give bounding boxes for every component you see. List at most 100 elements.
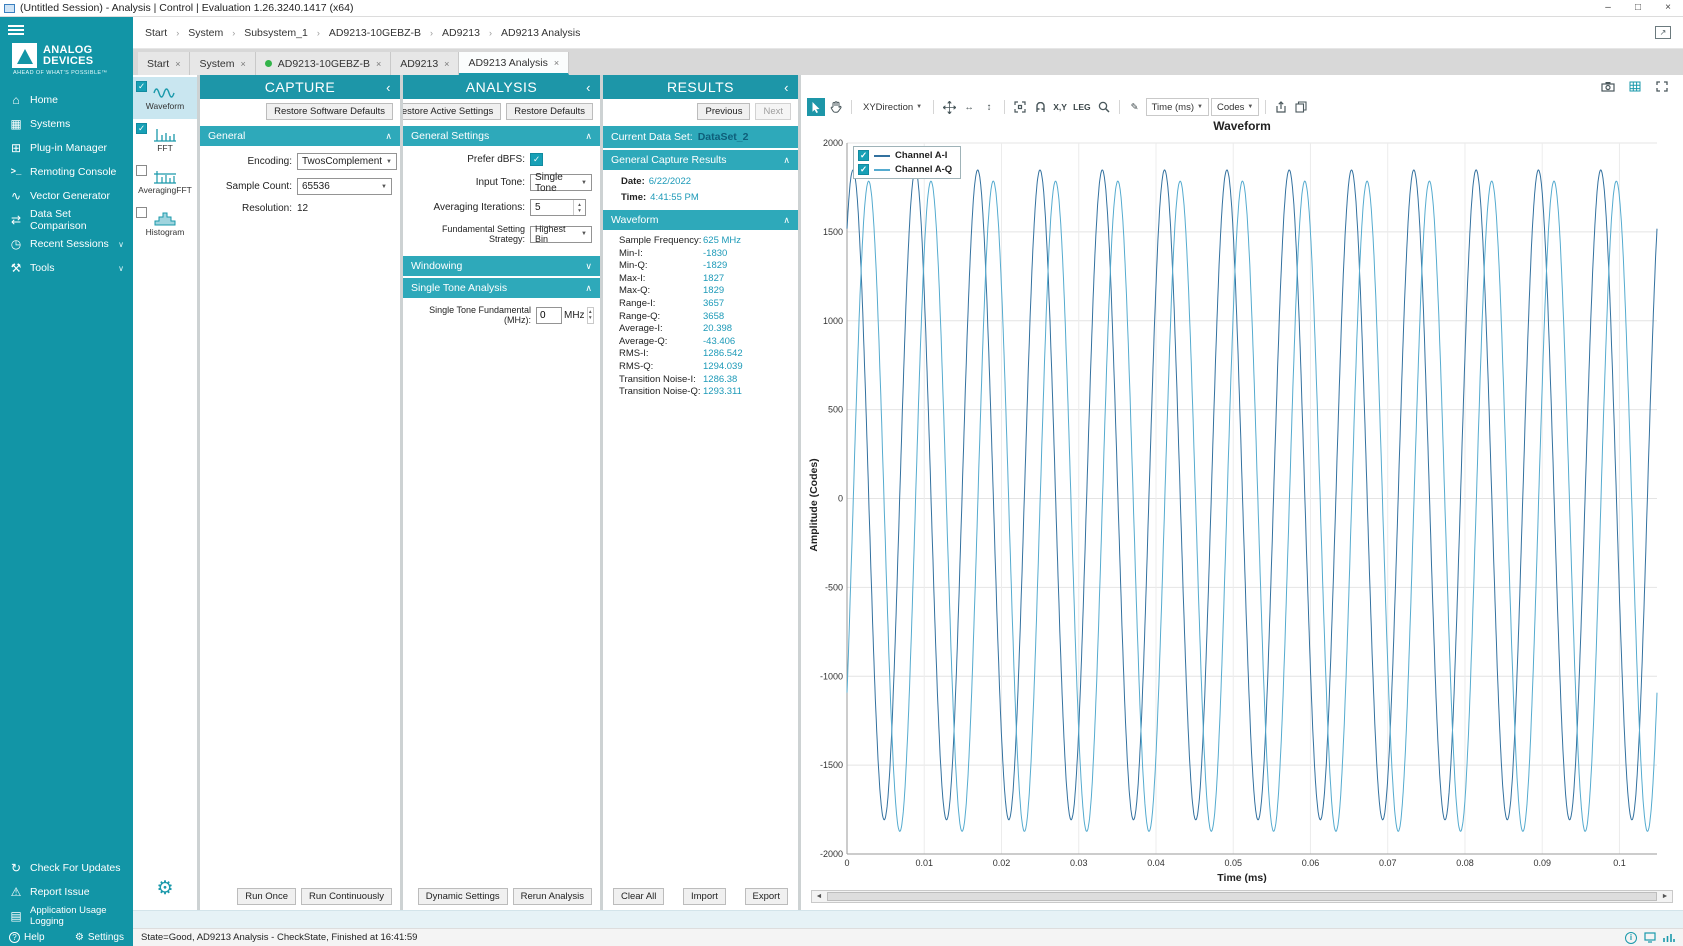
- fft-checkbox[interactable]: ✓: [136, 123, 147, 134]
- breadcrumb-start[interactable]: Start: [145, 27, 167, 39]
- import-button[interactable]: Import: [683, 888, 726, 905]
- input-tone-dropdown[interactable]: Single Tone ▼: [530, 174, 592, 191]
- magnet-snap-icon[interactable]: [1031, 98, 1049, 116]
- close-icon[interactable]: ×: [444, 59, 449, 69]
- waveform-checkbox[interactable]: ✓: [136, 81, 147, 92]
- tab-analysis[interactable]: AD9213 Analysis ×: [459, 52, 569, 75]
- pop-out-icon[interactable]: ↗: [1655, 26, 1671, 39]
- scrollbar-thumb[interactable]: [827, 892, 1657, 901]
- averaging-iterations-spinner[interactable]: 5 ▴▾: [530, 199, 586, 216]
- close-icon[interactable]: ×: [175, 59, 180, 69]
- close-icon[interactable]: ×: [554, 58, 559, 68]
- legend-toggle-button[interactable]: LEG: [1071, 98, 1092, 116]
- breadcrumb-subsystem[interactable]: Subsystem_1: [244, 27, 308, 39]
- close-icon[interactable]: ×: [376, 59, 381, 69]
- sidebar-item-home[interactable]: ⌂ Home: [0, 88, 133, 112]
- sidebar-item-tools[interactable]: ⚒ Tools ∨: [0, 256, 133, 280]
- export-button[interactable]: Export: [745, 888, 788, 905]
- xy-direction-dropdown[interactable]: XYDirection ▼: [858, 98, 927, 116]
- dynamic-settings-button[interactable]: Dynamic Settings: [418, 888, 508, 905]
- section-general-capture-results[interactable]: General Capture Results ∧: [603, 150, 798, 170]
- pointer-tool-button[interactable]: [807, 98, 825, 116]
- horizontal-range-icon[interactable]: ↔: [960, 98, 978, 116]
- tab-start[interactable]: Start ×: [138, 52, 190, 75]
- close-button[interactable]: ×: [1653, 0, 1683, 16]
- prefer-dbfs-checkbox[interactable]: ✓: [530, 153, 543, 166]
- channel-a-q-checkbox[interactable]: ✓: [858, 164, 869, 175]
- section-general-settings[interactable]: General Settings ∧: [403, 126, 600, 146]
- breadcrumb-chip[interactable]: AD9213: [442, 27, 480, 39]
- info-icon[interactable]: i: [1625, 932, 1637, 944]
- grid-view-icon[interactable]: [1626, 78, 1644, 96]
- spinner-arrows-icon[interactable]: ▴▾: [573, 200, 585, 215]
- sidebar-item-data-set-comparison[interactable]: ⇄ Data Set Comparison: [0, 208, 133, 232]
- workspace-scrollbar[interactable]: [133, 910, 1683, 928]
- strip-item-averaging-fft[interactable]: AveragingFFT: [133, 161, 197, 203]
- collapse-left-icon[interactable]: ‹: [784, 81, 789, 94]
- scroll-left-icon[interactable]: ◄: [812, 893, 826, 900]
- sidebar-item-check-for-updates[interactable]: ↻ Check For Updates: [0, 856, 133, 880]
- restore-defaults-button[interactable]: Restore Defaults: [506, 103, 593, 120]
- annotate-pen-icon[interactable]: ✎: [1126, 98, 1144, 116]
- sidebar-item-vector-generator[interactable]: ∿ Vector Generator: [0, 184, 133, 208]
- breadcrumb-analysis[interactable]: AD9213 Analysis: [501, 27, 580, 39]
- strip-item-histogram[interactable]: Histogram: [133, 203, 197, 245]
- section-waveform-results[interactable]: Waveform ∧: [603, 210, 798, 230]
- collapse-left-icon[interactable]: ‹: [386, 81, 391, 94]
- sidebar-item-report-issue[interactable]: ⚠ Report Issue: [0, 880, 133, 904]
- waveform-plot[interactable]: -2000-1500-1000-500050010001500200000.01…: [807, 137, 1673, 872]
- sidebar-item-remoting-console[interactable]: >_ Remoting Console: [0, 160, 133, 184]
- run-continuously-button[interactable]: Run Continuously: [301, 888, 392, 905]
- breadcrumb-system[interactable]: System: [188, 27, 223, 39]
- histogram-checkbox[interactable]: [136, 207, 147, 218]
- channel-a-i-checkbox[interactable]: ✓: [858, 150, 869, 161]
- spinner-arrows-icon[interactable]: ▴▾: [587, 307, 594, 324]
- legend-entry-channel-a-i[interactable]: ✓ Channel A-I: [858, 150, 952, 161]
- section-general[interactable]: General ∧: [200, 126, 400, 146]
- strip-item-waveform[interactable]: ✓ Waveform: [133, 77, 197, 119]
- sidebar-item-systems[interactable]: ▦ Systems: [0, 112, 133, 136]
- tab-chip[interactable]: AD9213 ×: [391, 52, 459, 75]
- run-once-button[interactable]: Run Once: [237, 888, 296, 905]
- single-tone-fundamental-input[interactable]: [536, 307, 562, 324]
- sidebar-item-recent-sessions[interactable]: ◷ Recent Sessions ∨: [0, 232, 133, 256]
- rerun-analysis-button[interactable]: Rerun Analysis: [513, 888, 592, 905]
- xy-cursor-button[interactable]: X,Y: [1051, 98, 1069, 116]
- restore-active-settings-button[interactable]: Restore Active Settings: [403, 103, 501, 120]
- settings-button[interactable]: ⚙ Settings: [75, 932, 124, 943]
- close-icon[interactable]: ×: [240, 59, 245, 69]
- pan-hand-icon[interactable]: [827, 98, 845, 116]
- chart-horizontal-scrollbar[interactable]: ◄ ►: [811, 890, 1673, 903]
- breadcrumb-board[interactable]: AD9213-10GEBZ-B: [329, 27, 421, 39]
- connection-status-icon[interactable]: [1663, 932, 1675, 943]
- copy-image-icon[interactable]: [1292, 98, 1310, 116]
- tab-board[interactable]: AD9213-10GEBZ-B ×: [256, 52, 391, 75]
- minimize-button[interactable]: –: [1593, 0, 1623, 16]
- snapshot-camera-icon[interactable]: [1599, 78, 1617, 96]
- export-data-icon[interactable]: [1272, 98, 1290, 116]
- x-units-dropdown[interactable]: Time (ms) ▼: [1146, 98, 1209, 116]
- section-single-tone-analysis[interactable]: Single Tone Analysis ∧: [403, 278, 600, 298]
- clear-all-button[interactable]: Clear All: [613, 888, 664, 905]
- sidebar-item-application-usage-logging[interactable]: ▤ Application Usage Logging: [0, 904, 133, 928]
- help-button[interactable]: ? Help: [9, 932, 45, 943]
- section-windowing[interactable]: Windowing ∨: [403, 256, 600, 276]
- averaging-fft-checkbox[interactable]: [136, 165, 147, 176]
- fundamental-strategy-dropdown[interactable]: Highest Bin ▼: [530, 226, 592, 243]
- vertical-range-icon[interactable]: ↕: [980, 98, 998, 116]
- scroll-right-icon[interactable]: ►: [1658, 893, 1672, 900]
- zoom-magnifier-icon[interactable]: [1095, 98, 1113, 116]
- sample-count-dropdown[interactable]: 65536 ▼: [297, 178, 392, 195]
- sidebar-item-plugin-manager[interactable]: ⊞ Plug-in Manager: [0, 136, 133, 160]
- restore-software-defaults-button[interactable]: Restore Software Defaults: [266, 103, 393, 120]
- move-crosshair-icon[interactable]: [940, 98, 958, 116]
- next-dataset-button[interactable]: Next: [755, 103, 791, 120]
- maximize-button[interactable]: □: [1623, 0, 1653, 16]
- legend-entry-channel-a-q[interactable]: ✓ Channel A-Q: [858, 164, 952, 175]
- fullscreen-icon[interactable]: [1653, 78, 1671, 96]
- y-units-dropdown[interactable]: Codes ▼: [1211, 98, 1259, 116]
- monitor-icon[interactable]: [1644, 932, 1656, 943]
- tab-system[interactable]: System ×: [190, 52, 255, 75]
- previous-dataset-button[interactable]: Previous: [697, 103, 750, 120]
- zoom-extents-icon[interactable]: [1011, 98, 1029, 116]
